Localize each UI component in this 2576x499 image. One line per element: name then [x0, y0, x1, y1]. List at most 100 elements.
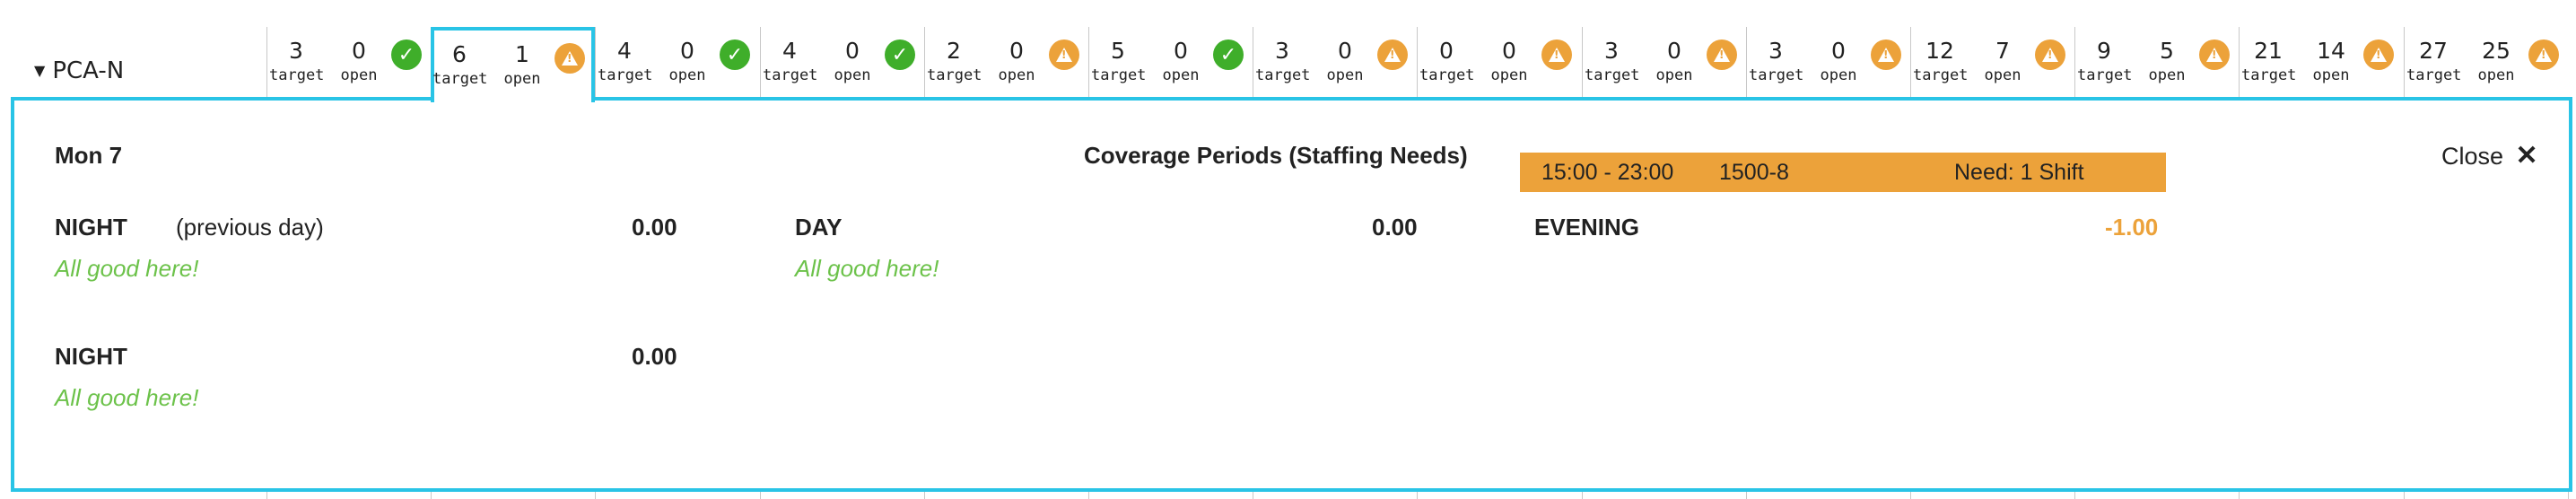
day-cell[interactable]: 12 7 target open [1910, 27, 2074, 97]
target-label: target [1913, 66, 1969, 84]
coverage-panel: Mon 7 Coverage Periods (Staffing Needs) … [11, 97, 2572, 492]
grid-divider [1417, 492, 1418, 499]
target-value: 3 [1604, 38, 1619, 64]
open-label: open [668, 66, 706, 84]
grid-divider [2404, 492, 2405, 499]
warning-icon [2035, 39, 2065, 70]
period-name-night: NIGHT [55, 343, 127, 370]
period-value-night-prev: 0.00 [632, 214, 677, 241]
day-cell[interactable]: 2 0 target open [924, 27, 1088, 97]
grid-divider [2074, 492, 2075, 499]
target-value: 27 [2419, 38, 2448, 64]
day-cell[interactable]: 9 5 target open [2074, 27, 2239, 97]
status-night: All good here! [55, 384, 199, 411]
grid-divider [2568, 492, 2569, 499]
target-value: 9 [2097, 38, 2111, 64]
caret-down-icon: ▼ [34, 62, 46, 79]
open-value: 0 [845, 38, 860, 64]
open-label: open [834, 66, 871, 84]
close-label: Close [2441, 143, 2504, 170]
period-value-evening: -1.00 [2105, 214, 2159, 241]
target-value: 0 [1439, 38, 1454, 64]
target-value: 3 [289, 38, 303, 64]
period-name-night-prev: NIGHT [55, 214, 127, 241]
open-value: 0 [1502, 38, 1516, 64]
period-value-day: 0.00 [1372, 214, 1418, 241]
target-label: target [1749, 66, 1804, 84]
warning-icon [1049, 39, 1079, 70]
open-value: 0 [352, 38, 366, 64]
target-label: target [1585, 66, 1640, 84]
open-label: open [2312, 66, 2350, 84]
grid-divider [1088, 492, 1089, 499]
open-value: 5 [2160, 38, 2174, 64]
target-value: 12 [1925, 38, 1954, 64]
day-cell[interactable]: 5 0 target open ✓ [1088, 27, 1253, 97]
warning-icon [1377, 39, 1408, 70]
period-name-evening: EVENING [1534, 214, 1640, 241]
open-value: 0 [1009, 38, 1024, 64]
day-cell[interactable]: 3 0 target open ✓ [266, 27, 431, 97]
status-day: All good here! [795, 255, 939, 282]
shift-need: Need: 1 Shift [1954, 160, 2084, 185]
day-cell[interactable]: 27 25 target open [2404, 27, 2568, 97]
warning-icon [554, 43, 585, 74]
grid-divider [266, 492, 267, 499]
grid-divider [595, 492, 596, 499]
row-toggle-pca-n[interactable]: ▼ PCA-N [34, 57, 124, 84]
target-label: target [2241, 66, 2297, 84]
target-value: 3 [1768, 38, 1783, 64]
day-cell[interactable]: 3 0 target open [1746, 27, 1910, 97]
warning-icon [2199, 39, 2230, 70]
period-value-night: 0.00 [632, 343, 677, 370]
grid-divider [431, 492, 432, 499]
open-label: open [340, 66, 378, 84]
check-icon: ✓ [391, 39, 422, 70]
open-label: open [2477, 66, 2515, 84]
target-label: target [432, 70, 488, 88]
target-value: 21 [2254, 38, 2283, 64]
target-value: 4 [782, 38, 797, 64]
shift-time: 15:00 - 23:00 [1541, 160, 1674, 185]
target-label: target [269, 66, 325, 84]
target-label: target [927, 66, 982, 84]
target-label: target [2406, 66, 2462, 84]
day-cell[interactable]: 21 14 target open [2239, 27, 2403, 97]
grid-divider [2239, 492, 2240, 499]
day-cell[interactable]: 6 1 target open [431, 27, 595, 102]
day-cell[interactable]: 4 0 target open ✓ [760, 27, 924, 97]
check-icon: ✓ [1213, 39, 1244, 70]
status-night-prev: All good here! [55, 255, 199, 282]
open-value: 0 [1338, 38, 1352, 64]
open-value: 0 [1667, 38, 1681, 64]
target-label: target [1419, 66, 1475, 84]
day-cell[interactable]: 3 0 target open [1582, 27, 1746, 97]
target-label: target [763, 66, 818, 84]
panel-title: Coverage Periods (Staffing Needs) [1084, 142, 1468, 169]
grid-divider [760, 492, 761, 499]
open-shift-bar[interactable]: 15:00 - 23:00 1500-8 Need: 1 Shift [1520, 153, 2166, 192]
period-note: (previous day) [176, 214, 324, 241]
warning-icon [2528, 39, 2559, 70]
open-label: open [1984, 66, 2022, 84]
open-label: open [1162, 66, 1200, 84]
target-label: target [1091, 66, 1147, 84]
target-label: target [2077, 66, 2133, 84]
day-cell[interactable]: 3 0 target open [1253, 27, 1417, 97]
target-value: 3 [1275, 38, 1289, 64]
day-cell[interactable]: 4 0 target open ✓ [595, 27, 759, 97]
row-label: PCA-N [52, 57, 125, 84]
period-name-day: DAY [795, 214, 843, 241]
open-label: open [1326, 66, 1364, 84]
open-value: 25 [2482, 38, 2511, 64]
open-value: 14 [2317, 38, 2345, 64]
check-icon: ✓ [720, 39, 750, 70]
warning-icon [1871, 39, 1901, 70]
grid-divider [1746, 492, 1747, 499]
target-value: 5 [1111, 38, 1125, 64]
warning-icon [1541, 39, 1572, 70]
open-label: open [1820, 66, 1857, 84]
close-button[interactable]: Close ✕ [2441, 140, 2538, 171]
target-value: 4 [617, 38, 632, 64]
day-cell[interactable]: 0 0 target open [1417, 27, 1581, 97]
